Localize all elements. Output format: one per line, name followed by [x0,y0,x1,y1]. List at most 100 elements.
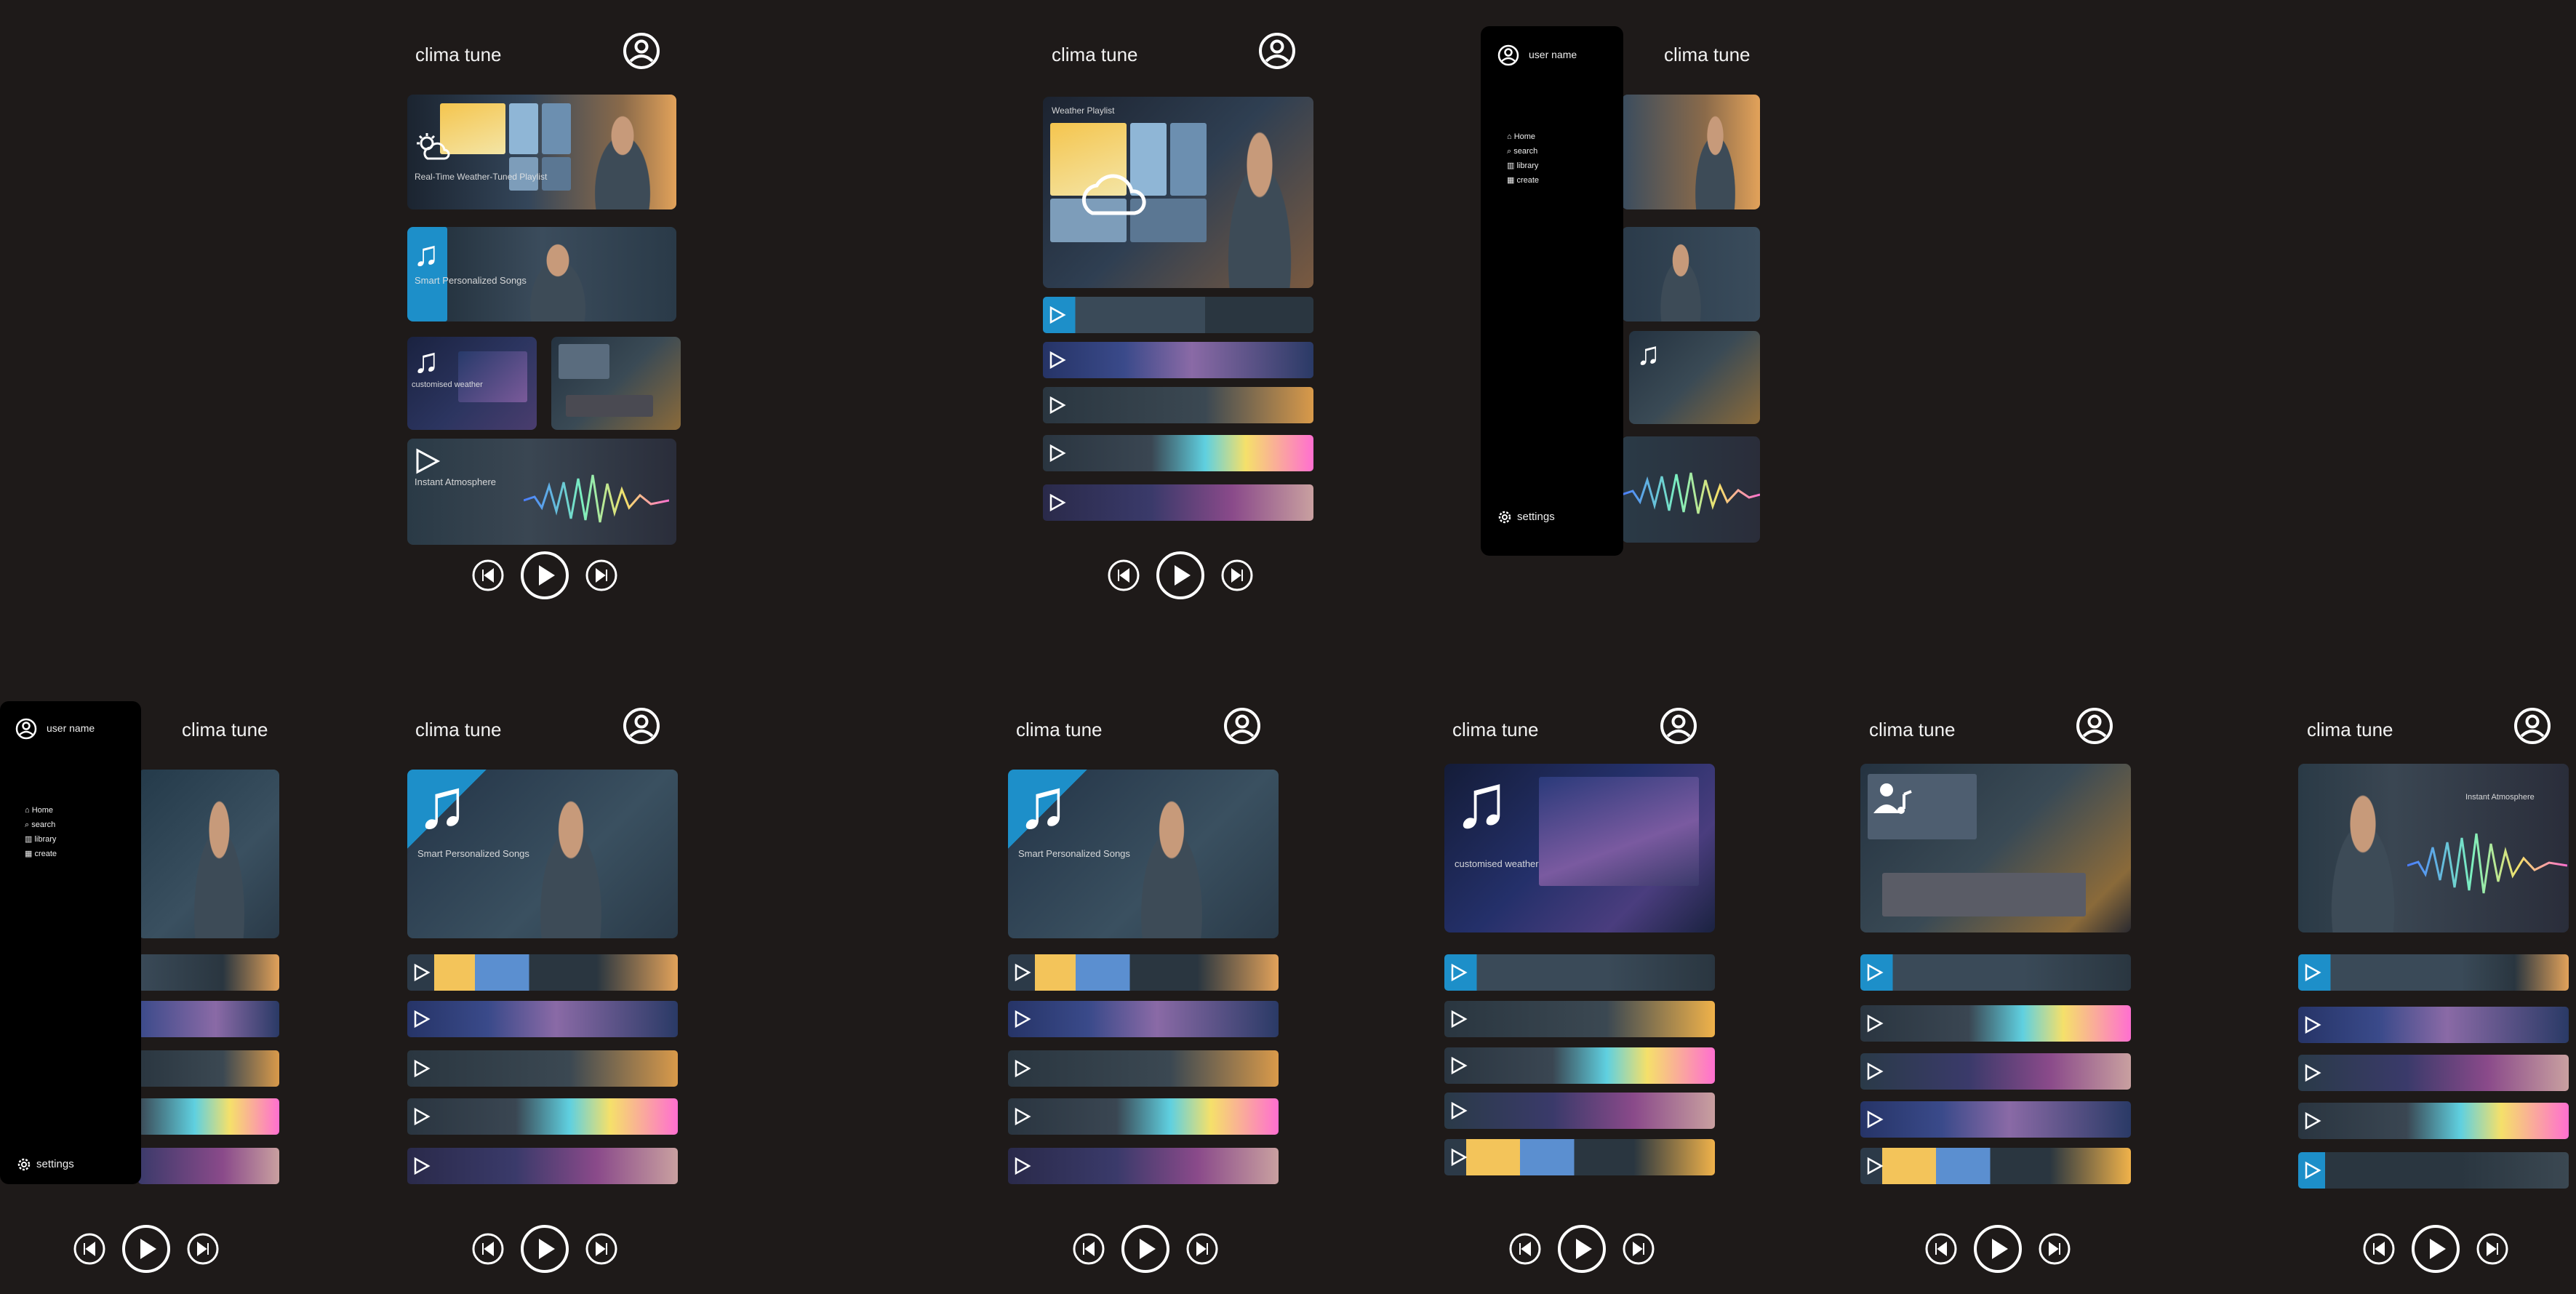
playlist-strip[interactable] [138,1098,279,1135]
play-icon[interactable] [1449,963,1468,982]
playlist-strip[interactable] [1008,954,1279,991]
play-icon[interactable] [1047,305,1066,324]
instant-atmosphere-card[interactable] [1622,436,1760,543]
playlist-strip[interactable] [1860,1101,2131,1138]
weather-playlist-card[interactable]: Weather Playlist [1043,97,1313,288]
playlist-strip[interactable] [1860,1148,2131,1184]
playlist-strip[interactable] [1444,1001,1715,1037]
playlist-strip[interactable] [138,1001,279,1037]
smart-songs-card[interactable] [138,770,279,938]
playlist-strip[interactable] [2298,954,2569,991]
instant-atmosphere-card[interactable]: Instant Atmosphere [407,439,676,545]
playlist-strip[interactable] [1860,1053,2131,1090]
playlist-strip[interactable] [1043,484,1313,521]
user-circle-icon[interactable] [1258,32,1296,70]
skip-forward-icon[interactable] [186,1232,220,1266]
skip-back-icon[interactable] [1072,1232,1105,1266]
customised-weather-card[interactable]: ♫ customised weather [1444,764,1715,932]
playlist-strip[interactable] [138,1050,279,1087]
sidebar-item-home[interactable]: ⌂ Home [25,803,53,816]
play-icon[interactable] [2303,1015,2321,1034]
play-icon[interactable] [1155,550,1206,601]
play-icon[interactable] [2303,1111,2321,1130]
play-icon[interactable] [1865,1014,1884,1033]
play-icon[interactable] [1012,1107,1031,1126]
playlist-strip[interactable] [1444,1093,1715,1129]
user-circle-icon[interactable] [15,717,38,740]
play-icon[interactable] [412,1157,431,1175]
play-icon[interactable] [2303,1063,2321,1082]
play-icon[interactable] [2303,963,2321,982]
playlist-strip[interactable] [1043,387,1313,423]
playlist-strip[interactable] [1008,1001,1279,1037]
playlist-strip[interactable] [407,954,678,991]
user-circle-icon[interactable] [2076,707,2113,745]
smart-songs-card[interactable]: ♫ Smart Personalized Songs [1008,770,1279,938]
skip-back-icon[interactable] [73,1232,106,1266]
playlist-strip[interactable] [1860,954,2131,991]
realtime-playlist-card[interactable]: Real-Time Weather-Tuned Playlist [407,95,676,209]
playlist-strip[interactable] [1444,1139,1715,1175]
playlist-strip[interactable] [2298,1007,2569,1043]
user-circle-icon[interactable] [623,707,660,745]
play-icon[interactable] [1120,1223,1171,1274]
smart-songs-card[interactable]: ♫ Smart Personalized Songs [407,227,676,321]
user-circle-icon[interactable] [1497,44,1520,67]
skip-forward-icon[interactable] [585,1232,618,1266]
smart-songs-card[interactable] [1622,227,1760,321]
play-icon[interactable] [1449,1010,1468,1029]
play-icon[interactable] [1449,1148,1468,1167]
playlist-strip[interactable] [1444,954,1715,991]
sidebar-item-search[interactable]: ⌕ search [25,818,55,831]
skip-back-icon[interactable] [1924,1232,1958,1266]
smart-songs-card[interactable]: ♫ Smart Personalized Songs [407,770,678,938]
user-circle-icon[interactable] [1223,707,1261,745]
instant-atmosphere-card[interactable]: Instant Atmosphere [2298,764,2569,932]
playlist-strip[interactable] [407,1050,678,1087]
sidebar-item-create[interactable]: ▦ create [1507,173,1539,186]
playlist-strip[interactable] [1043,297,1313,333]
play-icon[interactable] [519,1223,570,1274]
play-icon[interactable] [1012,1059,1031,1078]
bedroom-card[interactable] [551,337,681,430]
play-icon[interactable] [412,1107,431,1126]
play-icon[interactable] [519,550,570,601]
play-icon[interactable] [1972,1223,2023,1274]
playlist-strip[interactable] [2298,1103,2569,1139]
bedroom-card[interactable] [1860,764,2131,932]
sidebar-item-home[interactable]: ⌂ Home [1507,129,1535,143]
user-circle-icon[interactable] [2513,707,2551,745]
play-icon[interactable] [1865,1157,1884,1175]
sidebar-item-library[interactable]: ▥ library [25,832,56,845]
playlist-strip[interactable] [1008,1050,1279,1087]
play-icon[interactable] [2410,1223,2461,1274]
play-icon[interactable] [2303,1161,2321,1180]
playlist-strip[interactable] [407,1148,678,1184]
skip-forward-icon[interactable] [2038,1232,2071,1266]
skip-back-icon[interactable] [471,559,505,592]
playlist-strip[interactable] [1860,1005,2131,1042]
play-icon[interactable] [1047,396,1066,415]
playlist-strip[interactable] [1043,342,1313,378]
playlist-strip[interactable] [1043,435,1313,471]
play-icon[interactable] [1012,1010,1031,1029]
playlist-strip[interactable] [2298,1055,2569,1091]
skip-forward-icon[interactable] [1185,1232,1219,1266]
playlist-strip[interactable] [407,1098,678,1135]
play-icon[interactable] [1012,963,1031,982]
skip-back-icon[interactable] [1508,1232,1542,1266]
skip-forward-icon[interactable] [585,559,618,592]
play-icon[interactable] [1047,493,1066,512]
play-icon[interactable] [1047,351,1066,370]
playlist-strip[interactable] [1008,1148,1279,1184]
playlist-strip[interactable] [138,954,279,991]
play-icon[interactable] [412,1059,431,1078]
customised-weather-card[interactable]: ♫ customised weather [407,337,537,430]
play-icon[interactable] [1556,1223,1607,1274]
sidebar-item-create[interactable]: ▦ create [25,847,57,860]
playlist-strip[interactable] [138,1148,279,1184]
playlist-strip[interactable] [2298,1152,2569,1189]
play-icon[interactable] [412,1010,431,1029]
play-icon[interactable] [1865,1110,1884,1129]
play-icon[interactable] [1012,1157,1031,1175]
